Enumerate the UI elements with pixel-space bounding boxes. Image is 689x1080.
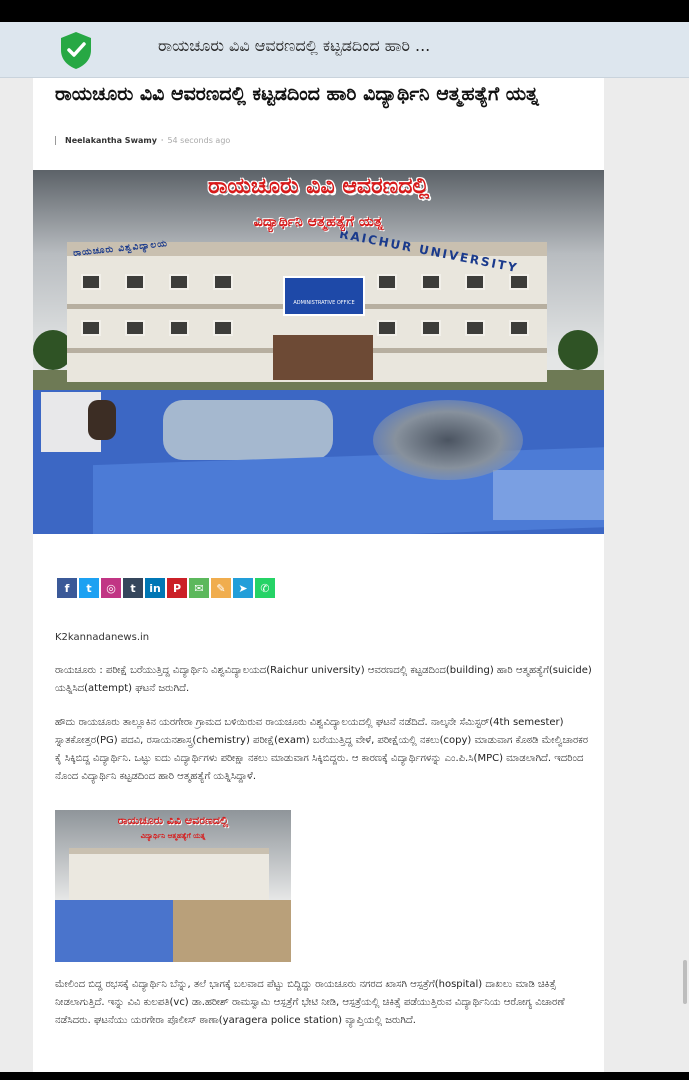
scroll-handle[interactable] [683,960,687,1004]
window [125,274,145,290]
window [81,320,101,336]
byline-marker [55,136,56,145]
blurred-face [373,400,523,480]
hero-subtitle: ವಿದ್ಯಾರ್ಥಿನಿ ಆತ್ಮಹತ್ಯೆಗೆ ಯತ್ನ [253,214,384,230]
telegram-share-icon[interactable]: ➤ [233,578,253,598]
thumb-building [69,848,269,900]
admin-office-board: ADMINISTRATIVE OFFICE [283,276,365,316]
hero-image[interactable]: ರಾಯಚೂರು ವಿಶ್ವವಿದ್ಯಾಲಯ RAICHUR UNIVERSITY… [33,170,604,534]
thumb-subtitle: ವಿದ್ಯಾರ್ಥಿನಿ ಆತ್ಮಹತ್ಯೆಗೆ ಯತ್ನ [140,832,206,840]
article-paragraph: ರಾಯಚೂರು : ಪರೀಕ್ಷೆ ಬರೆಯುತ್ತಿದ್ದ ವಿದ್ಯಾರ್ಥ… [55,665,592,694]
window [509,274,529,290]
window [465,320,485,336]
thumb-hospital-scene [55,900,173,962]
building-entrance [273,335,373,380]
sms-share-icon[interactable]: ✉ [189,578,209,598]
window [213,320,233,336]
status-bar [0,0,689,22]
window [509,320,529,336]
article-page: ರಾಯಚೂರು ವಿವಿ ಆವರಣದಲ್ಲಿ ಕಟ್ಟಡದಿಂದ ಹಾರಿ ವಿ… [33,78,604,1072]
window [465,274,485,290]
window [421,274,441,290]
navigation-bar [0,1072,689,1080]
facebook-share-icon[interactable]: f [57,578,77,598]
byline-separator: · [160,136,164,145]
source-label: K2kannadanews.in [55,632,150,643]
article-paragraph: ಮೇಲಿಂದ ಬಿದ್ದ ರಭಸಕ್ಕೆ ವಿದ್ಯಾರ್ಥಿನಿ ಬೆನ್ನು… [55,979,565,1026]
twitter-share-icon[interactable]: t [79,578,99,598]
linkedin-share-icon[interactable]: in [145,578,165,598]
thumb-title: ರಾಯಚೂರು ವಿವಿ ಆವರಣದಲ್ಲಿ [117,814,229,827]
share-bar: f t ◎ t in P ✉ ✎ ➤ ✆ [57,578,275,598]
article-paragraph: ಹೌದು ರಾಯಚೂರು ತಾಲ್ಲೂಕಿನ ಯರಗೇರಾ ಗ್ರಾಮದ ಬಳಿ… [55,717,589,782]
patient-shirt [163,400,333,460]
window [169,274,189,290]
shield-check-icon[interactable] [58,30,94,70]
article-headline: ರಾಯಚೂರು ವಿವಿ ಆವರಣದಲ್ಲಿ ಕಟ್ಟಡದಿಂದ ಹಾರಿ ವಿ… [55,83,539,105]
browser-toolbar: ರಾಯಚೂರು ವಿವಿ ಆವರಣದಲ್ಲಿ ಕಟ್ಟಡದಿಂದ ಹಾರಿ ..… [0,22,689,78]
pinterest-share-icon[interactable]: P [167,578,187,598]
instagram-share-icon[interactable]: ◎ [101,578,121,598]
hospital-attendant-hand [88,400,116,440]
window [125,320,145,336]
window [377,320,397,336]
author-link[interactable]: Neelakantha Swamy [65,136,157,145]
hospital-pillow [493,470,604,520]
tumblr-share-icon[interactable]: t [123,578,143,598]
copy-link-share-icon[interactable]: ✎ [211,578,231,598]
inline-image[interactable]: ರಾಯಚೂರು ವಿವಿ ಆವರಣದಲ್ಲಿ ವಿದ್ಯಾರ್ಥಿನಿ ಆತ್ಮ… [55,810,291,962]
thumb-ground [173,900,291,962]
timestamp: 54 seconds ago [167,136,231,145]
window [169,320,189,336]
window [81,274,101,290]
window [213,274,233,290]
page-title-bar[interactable]: ರಾಯಚೂರು ವಿವಿ ಆವರಣದಲ್ಲಿ ಕಟ್ಟಡದಿಂದ ಹಾರಿ ..… [158,36,430,56]
window [377,274,397,290]
byline: Neelakantha Swamy · 54 seconds ago [55,136,230,145]
whatsapp-share-icon[interactable]: ✆ [255,578,275,598]
hero-title: ರಾಯಚೂರು ವಿವಿ ಆವರಣದಲ್ಲಿ [207,174,430,199]
window [421,320,441,336]
tree [558,330,598,370]
